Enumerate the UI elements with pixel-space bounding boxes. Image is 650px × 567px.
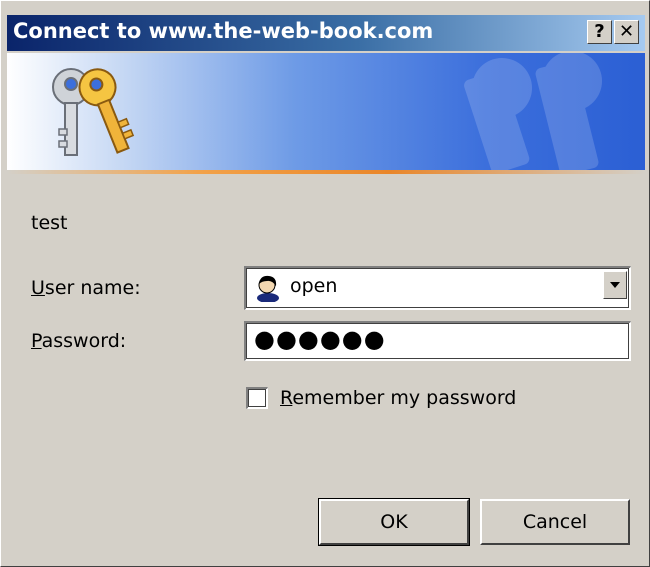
chevron-down-icon (610, 282, 620, 288)
username-combobox[interactable]: open (244, 266, 631, 310)
keys-icon (52, 68, 135, 156)
password-label: Password: (31, 330, 127, 352)
banner-divider (7, 170, 645, 174)
ok-button[interactable]: OK (318, 498, 470, 546)
cancel-button[interactable]: Cancel (480, 499, 630, 545)
dialog-title: Connect to www.the-web-book.com (13, 19, 434, 43)
username-label: User name: (31, 277, 141, 299)
banner (7, 53, 645, 171)
help-button[interactable]: ? (587, 20, 612, 44)
realm-label: test (31, 212, 68, 234)
password-value: ●●●●●● (254, 325, 386, 353)
remember-password-label[interactable]: Remember my password (280, 387, 516, 409)
remember-password-checkbox[interactable] (246, 387, 268, 409)
login-dialog: Connect to www.the-web-book.com ? ✕ test… (0, 0, 650, 567)
close-button[interactable]: ✕ (614, 20, 639, 44)
user-icon (257, 275, 279, 302)
title-bar[interactable]: Connect to www.the-web-book.com ? ✕ (7, 15, 645, 51)
password-field[interactable]: ●●●●●● (244, 321, 631, 361)
username-dropdown-button[interactable] (603, 271, 627, 299)
username-value: open (290, 275, 338, 297)
